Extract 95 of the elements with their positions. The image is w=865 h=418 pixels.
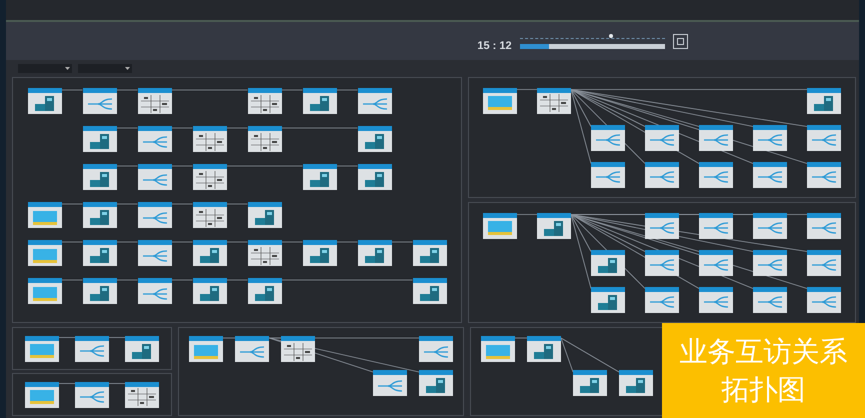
table-icon [196, 208, 224, 226]
connector-line [108, 337, 126, 338]
server-icon [90, 210, 110, 225]
stop-button[interactable] [672, 34, 688, 48]
server-icon [90, 286, 110, 301]
server-icon [598, 258, 618, 272]
server-icon [254, 210, 274, 225]
branch-icon [650, 259, 674, 271]
branch-icon [812, 296, 836, 308]
server-icon [254, 286, 274, 301]
table-icon [196, 132, 224, 150]
server-icon [814, 96, 834, 110]
server-icon [132, 344, 152, 358]
branch-icon [142, 212, 166, 224]
monitor-icon [488, 221, 512, 235]
server-icon [310, 248, 330, 263]
slider-thumb[interactable] [608, 34, 613, 38]
connector-line [58, 383, 76, 384]
branch-icon [596, 134, 620, 146]
table-icon [250, 94, 278, 112]
branch-icon [142, 136, 166, 148]
branch-icon [424, 346, 448, 358]
table-icon [540, 94, 568, 112]
branch-icon [758, 171, 782, 183]
server-icon [626, 378, 646, 393]
monitor-icon [30, 344, 54, 358]
server-icon [364, 248, 384, 263]
connector-line [516, 89, 538, 90]
branch-icon [650, 296, 674, 308]
server-icon [90, 172, 110, 187]
monitor-icon [194, 344, 218, 358]
branch-icon [362, 98, 386, 110]
branch-icon [812, 134, 836, 146]
server-icon [534, 344, 554, 359]
caret-icon [65, 67, 70, 70]
table-icon [250, 246, 278, 264]
server-icon [544, 220, 564, 236]
branch-icon [142, 288, 166, 300]
branch-icon [142, 250, 166, 262]
caption-text: 业务互访关系拓扑图 [680, 334, 848, 408]
caret-icon [125, 67, 130, 70]
table-icon [128, 388, 156, 406]
server-icon [90, 134, 110, 149]
server-icon [200, 248, 220, 263]
branch-icon [650, 222, 674, 234]
server-icon [364, 172, 384, 187]
server-icon [580, 378, 600, 393]
branch-icon [704, 171, 728, 183]
table-icon [140, 94, 168, 112]
branch-icon [596, 171, 620, 183]
dropdown-field[interactable] [78, 64, 132, 73]
branch-icon [88, 98, 112, 110]
server-icon [598, 294, 618, 310]
branch-icon [758, 222, 782, 234]
branch-icon [704, 296, 728, 308]
monitor-icon [32, 248, 56, 262]
time-label: 15 : 12 [477, 38, 512, 54]
server-icon [364, 134, 384, 149]
branch-icon [758, 296, 782, 308]
branch-icon [240, 346, 264, 358]
branch-icon [704, 222, 728, 234]
branch-icon [758, 259, 782, 271]
server-icon [420, 286, 440, 301]
branch-icon [650, 134, 674, 146]
branch-icon [704, 259, 728, 271]
branch-icon [378, 380, 402, 392]
monitor-icon [486, 344, 510, 358]
branch-icon [650, 171, 674, 183]
server-icon [34, 96, 54, 111]
connector-line [108, 383, 126, 384]
server-icon [310, 96, 330, 111]
branch-icon [812, 222, 836, 234]
server-icon [310, 172, 330, 187]
table-icon [250, 132, 278, 150]
connector-line [516, 214, 538, 215]
branch-icon [812, 171, 836, 183]
time-slider[interactable] [520, 34, 665, 38]
monitor-icon [32, 210, 56, 224]
server-icon [426, 378, 446, 393]
monitor-icon [30, 390, 54, 404]
server-icon [420, 248, 440, 263]
branch-icon [812, 259, 836, 271]
dropdown-field[interactable] [18, 64, 72, 73]
branch-icon [80, 391, 104, 403]
server-icon [200, 286, 220, 301]
branch-icon [758, 134, 782, 146]
branch-icon [80, 345, 104, 357]
table-icon [284, 342, 312, 360]
server-icon [90, 248, 110, 263]
monitor-icon [32, 286, 56, 300]
monitor-icon [488, 96, 512, 110]
branch-icon [704, 134, 728, 146]
table-icon [196, 170, 224, 188]
branch-icon [142, 174, 166, 186]
connector-line [58, 337, 76, 338]
